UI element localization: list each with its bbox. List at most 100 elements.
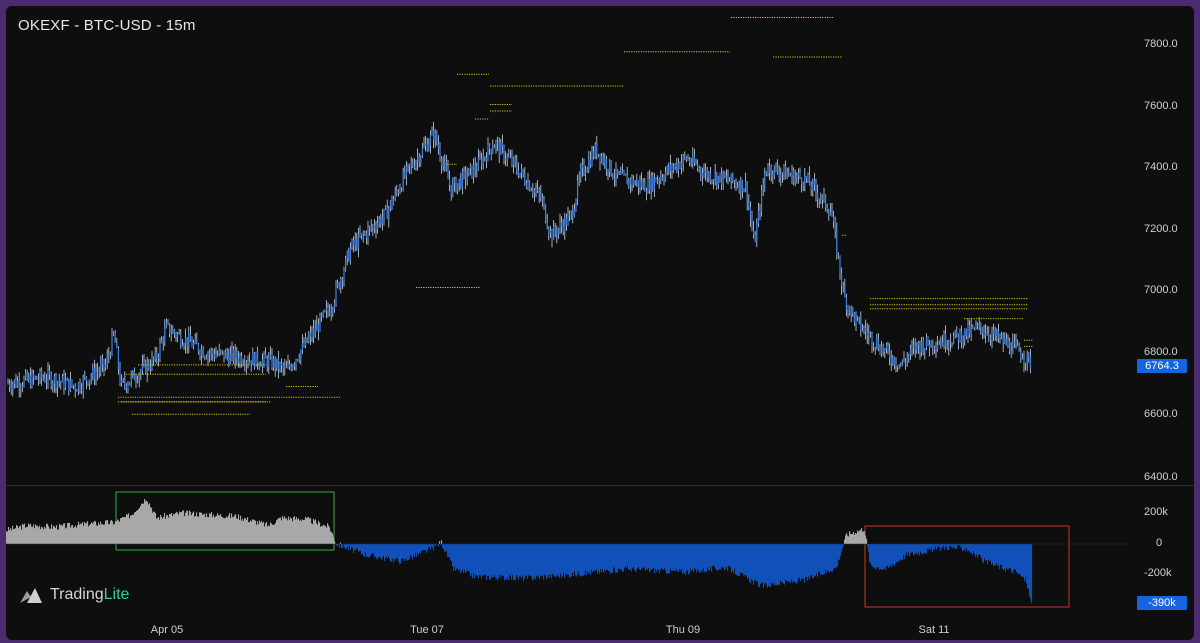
indicator-bar <box>922 544 924 555</box>
candle-body <box>303 343 305 347</box>
candle-body <box>517 170 519 177</box>
indicator-bar <box>803 544 805 579</box>
indicator-bar <box>417 544 419 553</box>
candle-body <box>893 357 895 366</box>
candle-body <box>257 352 259 365</box>
indicator-bar <box>809 544 811 580</box>
indicator-bar <box>616 544 618 573</box>
indicator-bar <box>641 544 643 569</box>
candle-body <box>938 344 940 346</box>
indicator-bar <box>722 544 724 568</box>
indicator-bar <box>764 544 766 584</box>
indicator-bar <box>183 510 185 544</box>
indicator-bar <box>592 544 594 573</box>
candle-body <box>508 155 510 157</box>
pane-separator <box>6 485 1194 486</box>
candle-body <box>943 333 945 346</box>
candle-body <box>466 176 468 181</box>
indicator-bar <box>893 544 895 565</box>
candle-body <box>509 156 511 158</box>
indicator-bar <box>874 544 876 568</box>
time-axis-label: Apr 05 <box>150 624 184 636</box>
candle-body <box>417 156 419 162</box>
indicator-bar <box>1000 544 1002 565</box>
candle-body <box>265 353 267 359</box>
indicator-bar <box>92 523 94 544</box>
indicator-bar <box>96 525 98 544</box>
indicator-bar <box>544 544 546 576</box>
indicator-bar <box>939 544 941 548</box>
candle-body <box>36 376 38 380</box>
candle-body <box>650 175 652 191</box>
indicator-bar <box>792 544 794 583</box>
candle-body <box>421 147 423 157</box>
indicator-bar <box>738 544 740 576</box>
candle-body <box>117 348 119 369</box>
indicator-bar <box>1022 544 1024 577</box>
indicator-bar <box>988 544 990 561</box>
indicator-bar <box>101 524 103 544</box>
indicator-bar <box>801 544 803 579</box>
indicator-bar <box>887 544 889 566</box>
indicator-bar <box>850 533 852 544</box>
indicator-bar <box>901 544 903 561</box>
candle-body <box>957 333 959 342</box>
indicator-bar <box>844 539 846 544</box>
candle-body <box>402 172 404 190</box>
indicator-bar <box>760 544 762 584</box>
indicator-bar <box>848 536 850 544</box>
chart-frame: OKEXF - BTC-USD - 15m 7800.0 7600.0 7400… <box>6 6 1194 640</box>
candle-body <box>146 362 148 374</box>
indicator-bar <box>444 544 446 552</box>
candle-body <box>468 168 470 177</box>
candle-body <box>881 346 883 354</box>
indicator-bar <box>29 524 31 544</box>
current-price-badge: 6764.3 <box>1137 359 1187 373</box>
candle-body <box>372 225 374 228</box>
indicator-bar <box>753 544 755 585</box>
indicator-bar <box>220 514 222 544</box>
indicator-bar <box>701 544 703 571</box>
candle-body <box>604 159 606 163</box>
indicator-bar <box>238 514 240 544</box>
candle-body <box>338 282 340 289</box>
indicator-bar <box>489 544 491 580</box>
indicator-bar <box>155 513 157 544</box>
candle-body <box>113 332 115 335</box>
indicator-bar <box>581 544 583 576</box>
indicator-bar <box>370 544 372 556</box>
indicator-bar <box>522 544 524 576</box>
price-axis-label: 7400.0 <box>1144 161 1178 173</box>
indicator-bar <box>755 544 757 581</box>
candle-body <box>375 228 377 230</box>
indicator-bar <box>864 531 866 544</box>
indicator-bar <box>533 544 535 580</box>
indicator-bar <box>944 544 946 550</box>
indicator-bar <box>973 544 975 551</box>
candle-body <box>186 337 188 347</box>
price-chart[interactable] <box>6 6 1194 640</box>
indicator-bar <box>868 544 870 552</box>
candle-body <box>169 323 171 334</box>
candle-body <box>197 344 199 352</box>
candle-body <box>981 327 983 334</box>
indicator-bar <box>937 544 939 548</box>
indicator-bar <box>50 528 52 544</box>
candle-body <box>274 358 276 369</box>
indicator-bar <box>429 544 431 547</box>
indicator-bar <box>696 544 698 573</box>
indicator-bar <box>563 544 565 573</box>
indicator-bar <box>105 520 107 544</box>
indicator-bar <box>970 544 972 553</box>
indicator-bar <box>873 544 875 568</box>
candle-body <box>740 179 742 192</box>
indicator-bar <box>950 544 952 546</box>
indicator-bar <box>403 544 405 559</box>
candle-body <box>357 233 359 249</box>
indicator-bar <box>369 544 371 557</box>
indicator-bar <box>674 544 676 571</box>
indicator-bar <box>236 518 238 544</box>
candle-body <box>77 382 79 392</box>
indicator-bar <box>98 522 100 544</box>
candle-body <box>658 179 660 181</box>
